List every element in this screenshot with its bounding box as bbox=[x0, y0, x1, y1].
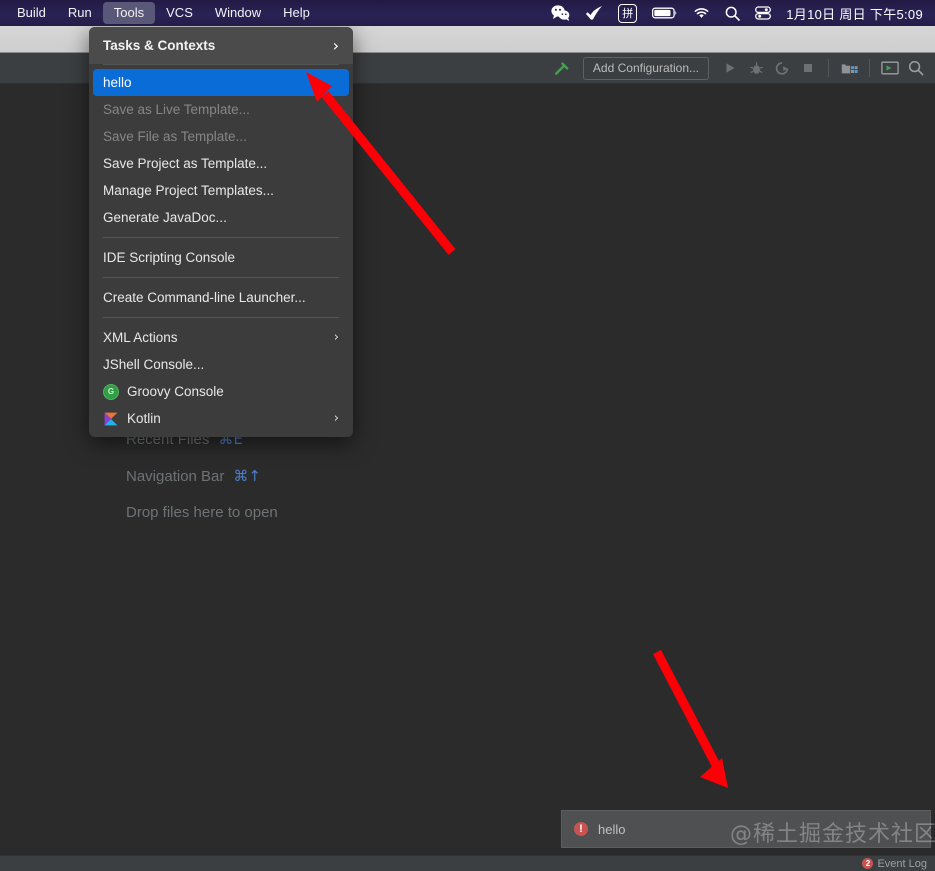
add-configuration-button[interactable]: Add Configuration... bbox=[582, 56, 709, 80]
menu-item-groovy-console[interactable]: G Groovy Console bbox=[89, 378, 353, 405]
menu-item-save-project-as-template[interactable]: Save Project as Template... bbox=[89, 150, 353, 177]
stop-icon[interactable] bbox=[797, 57, 819, 79]
groovy-icon: G bbox=[103, 383, 119, 400]
hint-navigation-bar: Navigation Bar ⌘↑ bbox=[126, 467, 336, 485]
menu-item-create-command-line-launcher[interactable]: Create Command-line Launcher... bbox=[89, 284, 353, 311]
menu-item-kotlin[interactable]: Kotlin › bbox=[89, 405, 353, 432]
menu-window[interactable]: Window bbox=[204, 2, 272, 24]
macos-menu-bar-tray: 拼 1月10日 周日 下午5:09 bbox=[551, 3, 927, 23]
tools-dropdown-menu: Tasks & Contexts › hello Save as Live Te… bbox=[89, 27, 353, 437]
menu-item-label: XML Actions bbox=[103, 330, 178, 345]
coverage-icon[interactable] bbox=[771, 57, 793, 79]
menu-item-xml-actions[interactable]: XML Actions › bbox=[89, 324, 353, 351]
menu-item-label: Save File as Template... bbox=[103, 129, 247, 144]
search-icon[interactable] bbox=[905, 57, 927, 79]
menu-item-tasks-and-contexts[interactable]: Tasks & Contexts › bbox=[89, 27, 353, 64]
menu-item-label: Create Command-line Launcher... bbox=[103, 290, 306, 305]
menu-divider bbox=[103, 64, 339, 65]
menu-item-label: Tasks & Contexts bbox=[103, 38, 216, 53]
debug-icon[interactable] bbox=[745, 57, 767, 79]
menu-item-jshell-console[interactable]: JShell Console... bbox=[89, 351, 353, 378]
chevron-right-icon: › bbox=[333, 330, 339, 345]
menu-item-label: Kotlin bbox=[127, 411, 161, 426]
menu-divider bbox=[103, 277, 339, 278]
menu-run[interactable]: Run bbox=[57, 2, 103, 24]
control-center-icon[interactable] bbox=[755, 6, 772, 20]
menu-item-label: JShell Console... bbox=[103, 357, 205, 372]
terminal-icon[interactable] bbox=[879, 57, 901, 79]
hint-action-label: Drop files here to open bbox=[126, 504, 278, 521]
menu-item-manage-project-templates[interactable]: Manage Project Templates... bbox=[89, 177, 353, 204]
menu-help[interactable]: Help bbox=[272, 2, 321, 24]
spotlight-search-icon[interactable] bbox=[725, 6, 741, 21]
macos-clock[interactable]: 1月10日 周日 下午5:09 bbox=[786, 4, 923, 23]
status-bar: 2 Event Log bbox=[0, 855, 935, 871]
toolbar-divider-2 bbox=[869, 59, 870, 77]
menu-item-save-as-live-template: Save as Live Template... bbox=[89, 96, 353, 123]
kotlin-icon bbox=[103, 411, 119, 427]
run-icon[interactable] bbox=[719, 57, 741, 79]
menu-vcs[interactable]: VCS bbox=[155, 2, 204, 24]
menu-item-hello[interactable]: hello bbox=[93, 69, 349, 96]
macos-menu-bar: Build Run Tools VCS Window Help 拼 1月10日 … bbox=[0, 0, 935, 26]
menu-item-label: Save Project as Template... bbox=[103, 156, 268, 171]
notification-text: hello bbox=[598, 821, 626, 837]
error-icon: ! bbox=[574, 822, 588, 836]
ide-toolbar-actions: Add Configuration... bbox=[551, 56, 935, 80]
menu-item-label: hello bbox=[103, 75, 132, 90]
menu-build[interactable]: Build bbox=[6, 2, 57, 24]
menu-item-label: IDE Scripting Console bbox=[103, 250, 236, 265]
menu-item-generate-javadoc[interactable]: Generate JavaDoc... bbox=[89, 204, 353, 231]
wifi-icon[interactable] bbox=[693, 6, 710, 20]
menu-item-label: Groovy Console bbox=[127, 384, 224, 399]
menu-divider bbox=[103, 317, 339, 318]
watermark: @稀土掘金技术社区 bbox=[730, 822, 935, 847]
menu-item-label: Generate JavaDoc... bbox=[103, 210, 227, 225]
toolbar-divider-1 bbox=[828, 59, 829, 77]
input-method-icon[interactable]: 拼 bbox=[618, 3, 638, 23]
menu-tools[interactable]: Tools bbox=[102, 2, 156, 24]
hammer-icon[interactable] bbox=[551, 57, 573, 79]
chevron-right-icon: › bbox=[333, 411, 339, 426]
event-log-badge: 2 bbox=[862, 858, 874, 869]
macos-menu-bar-left: Build Run Tools VCS Window Help bbox=[6, 0, 321, 26]
project-structure-icon[interactable] bbox=[838, 57, 860, 79]
hint-shortcut: ⌘↑ bbox=[233, 467, 261, 485]
menu-divider bbox=[103, 237, 339, 238]
event-log-button[interactable]: 2 Event Log bbox=[862, 858, 927, 870]
menu-item-ide-scripting-console[interactable]: IDE Scripting Console bbox=[89, 244, 353, 271]
chevron-right-icon: › bbox=[332, 36, 339, 55]
menu-item-save-file-as-template: Save File as Template... bbox=[89, 123, 353, 150]
battery-icon[interactable] bbox=[652, 6, 678, 20]
hint-action-label: Navigation Bar bbox=[126, 468, 225, 485]
menu-item-label: Save as Live Template... bbox=[103, 102, 250, 117]
wechat-icon[interactable] bbox=[551, 5, 570, 21]
event-log-label: Event Log bbox=[877, 857, 927, 870]
bird-icon[interactable] bbox=[585, 5, 603, 21]
menu-item-label: Manage Project Templates... bbox=[103, 183, 274, 198]
hint-drop-files: Drop files here to open bbox=[126, 504, 336, 521]
